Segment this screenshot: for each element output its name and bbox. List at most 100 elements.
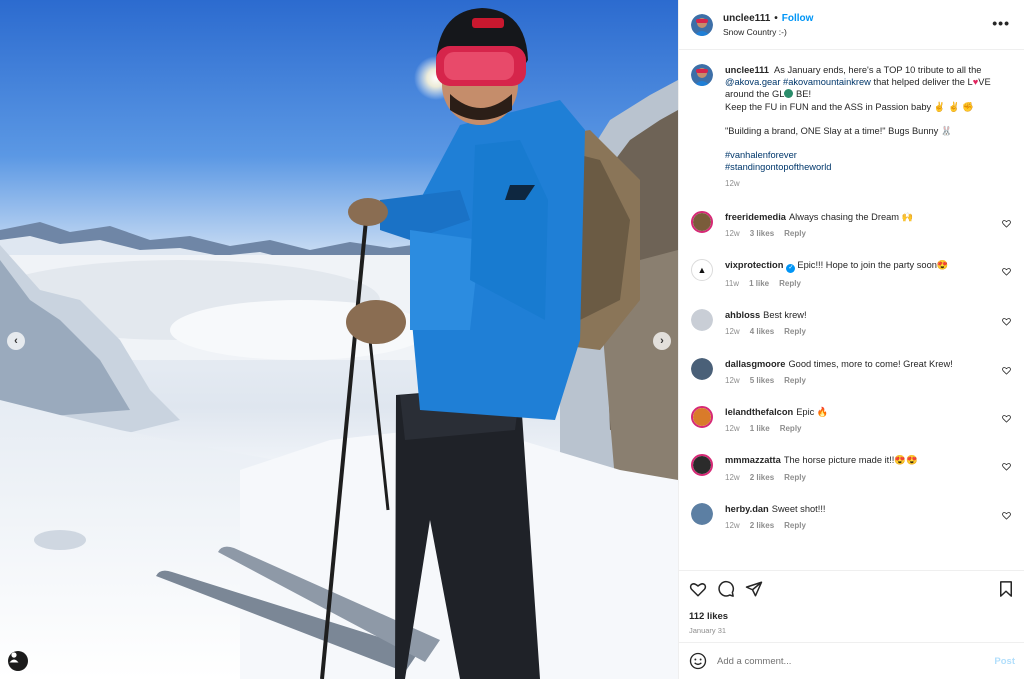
rabbit-emoji-icon: 🐰 [940,125,953,136]
caption-line3: Keep the FU in FUN and the ASS in Passio… [725,101,932,112]
comment-row: freeridemedia Always chasing the Dream 🙌 … [691,210,1013,240]
commenter-username[interactable]: mmmazzatta [725,455,781,465]
comment-text: Epic 🔥 [796,407,829,418]
commenter-avatar[interactable]: ▲ [691,259,713,282]
comment-text: The horse picture made it!!😍😍 [783,455,918,466]
share-paper-plane-icon[interactable] [745,580,763,598]
commenter-username[interactable]: lelandthefalcon [725,407,793,417]
reply-button[interactable]: Reply [784,472,806,484]
caption-line1c: VE [978,77,991,88]
caption-username[interactable]: unclee111 [725,65,769,75]
post-actions: 112 likes January 31 [679,570,1024,642]
post-date[interactable]: January 31 [689,626,1015,635]
caption-time[interactable]: 12w [725,178,740,190]
like-comment-heart-icon[interactable] [1002,317,1011,326]
commenter-avatar[interactable] [691,406,713,429]
next-photo-button[interactable]: › [653,332,671,350]
post-location[interactable]: Snow Country :-) [723,27,813,37]
reply-button[interactable]: Reply [784,228,806,240]
comment-row: ahbloss Best krew! 12w 4 likes Reply [691,309,1013,338]
reply-button[interactable]: Reply [784,326,806,338]
comment-time[interactable]: 12w [725,423,740,435]
user-icon [9,652,19,663]
reply-button[interactable]: Reply [784,520,806,532]
comment-time[interactable]: 12w [725,520,740,532]
comment-time[interactable]: 11w [725,278,739,290]
comment-time[interactable]: 12w [725,228,740,240]
caption-line2a: around the GL [725,89,785,100]
comment-likes[interactable]: 5 likes [750,375,774,387]
hashtag-standingontopoftheworld[interactable]: #standingontopoftheworld [725,162,831,172]
post-comment-button[interactable]: Post [994,656,1015,667]
ski-scene-illustration [0,0,678,679]
comment-likes[interactable]: 2 likes [750,520,774,532]
commenter-avatar[interactable] [691,502,713,525]
instagram-post-modal: ‹ › unclee111 • Follow Snow Country :-) ••… [0,0,1024,679]
comment-text: Always chasing the Dream 🙌 [788,211,914,222]
post-header: unclee111 • Follow Snow Country :-) ••• [679,0,1024,50]
comment-likes[interactable]: 1 like [750,423,770,435]
comment-likes[interactable]: 1 like [749,278,769,290]
caption-line1: As January ends, here's a TOP 10 tribute… [774,65,982,75]
comment-time[interactable]: 12w [725,472,740,484]
like-comment-heart-icon[interactable] [1002,511,1011,520]
post-photo[interactable]: ‹ › [0,0,678,679]
hashtag-akovamountainkrew[interactable]: #akovamountainkrew [783,77,871,87]
chevron-right-icon: › [660,335,664,347]
caption-line4: "Building a brand, ONE Slay at a time!" … [725,125,939,136]
comment-time[interactable]: 12w [725,375,740,387]
globe-emoji-icon [784,89,794,99]
comment-text: Best krew! [763,310,807,321]
comment-text: Sweet shot!!! [771,503,826,514]
comment-input[interactable] [717,655,987,667]
save-bookmark-icon[interactable] [997,580,1015,598]
tagged-users-button[interactable] [8,651,28,671]
commenter-username[interactable]: vixprotection [725,260,783,270]
follow-button[interactable]: Follow [782,13,814,24]
commenter-username[interactable]: freeridemedia [725,212,786,222]
caption: unclee111 As January ends, here's a TOP … [691,64,1013,191]
commenter-username[interactable]: dallasgmoore [725,359,785,369]
commenter-username[interactable]: ahbloss [725,310,760,320]
hand-emoji-icons: ✌ ✌ ✊ [933,101,974,112]
more-options-button[interactable]: ••• [992,15,1010,31]
post-side-panel: unclee111 • Follow Snow Country :-) ••• un… [678,0,1024,679]
author-avatar[interactable] [691,64,713,86]
like-comment-heart-icon[interactable] [1002,219,1011,228]
comment-likes[interactable]: 2 likes [750,472,774,484]
like-heart-icon[interactable] [689,580,707,598]
like-comment-heart-icon[interactable] [1002,414,1011,423]
hashtag-vanhalenforever[interactable]: #vanhalenforever [725,150,797,160]
reply-button[interactable]: Reply [780,423,802,435]
comment-text: Epic!!! Hope to join the party soon😍 [797,260,949,271]
commenter-avatar[interactable] [691,309,713,332]
comment-row: ▲ vixprotection ✓ Epic!!! Hope to join the… [691,259,1013,290]
commenter-avatar[interactable] [691,454,713,477]
reply-button[interactable]: Reply [779,278,801,290]
commenter-username[interactable]: herby.dan [725,504,769,514]
comment-likes[interactable]: 3 likes [750,228,774,240]
verified-badge-icon: ✓ [786,264,796,274]
caption-line1b: that helped deliver the L [873,77,973,88]
author-avatar[interactable] [691,13,713,36]
like-comment-heart-icon[interactable] [1002,366,1011,375]
like-comment-heart-icon[interactable] [1002,267,1011,276]
comment-likes[interactable]: 4 likes [750,326,774,338]
mention-akova-gear[interactable]: @akova.gear [725,77,780,87]
comment-bubble-icon[interactable] [717,580,735,598]
emoji-smiley-icon[interactable] [689,652,707,670]
comment-time[interactable]: 12w [725,326,740,338]
comment-row: mmmazzatta The horse picture made it!!😍😍 … [691,454,1013,483]
reply-button[interactable]: Reply [784,375,806,387]
caption-line2b: BE! [796,89,812,100]
like-comment-heart-icon[interactable] [1002,462,1011,472]
commenter-avatar[interactable] [691,357,713,380]
author-username[interactable]: unclee111 [723,13,770,24]
chevron-left-icon: ‹ [14,335,18,347]
comments-list[interactable]: unclee111 As January ends, here's a TOP … [679,50,1024,570]
previous-photo-button[interactable]: ‹ [7,332,25,350]
commenter-avatar[interactable] [691,210,713,233]
more-horizontal-icon: ••• [992,15,1010,31]
likes-count[interactable]: 112 likes [689,611,1015,622]
comment-row: dallasgmoore Good times, more to come! Gr… [691,357,1013,387]
